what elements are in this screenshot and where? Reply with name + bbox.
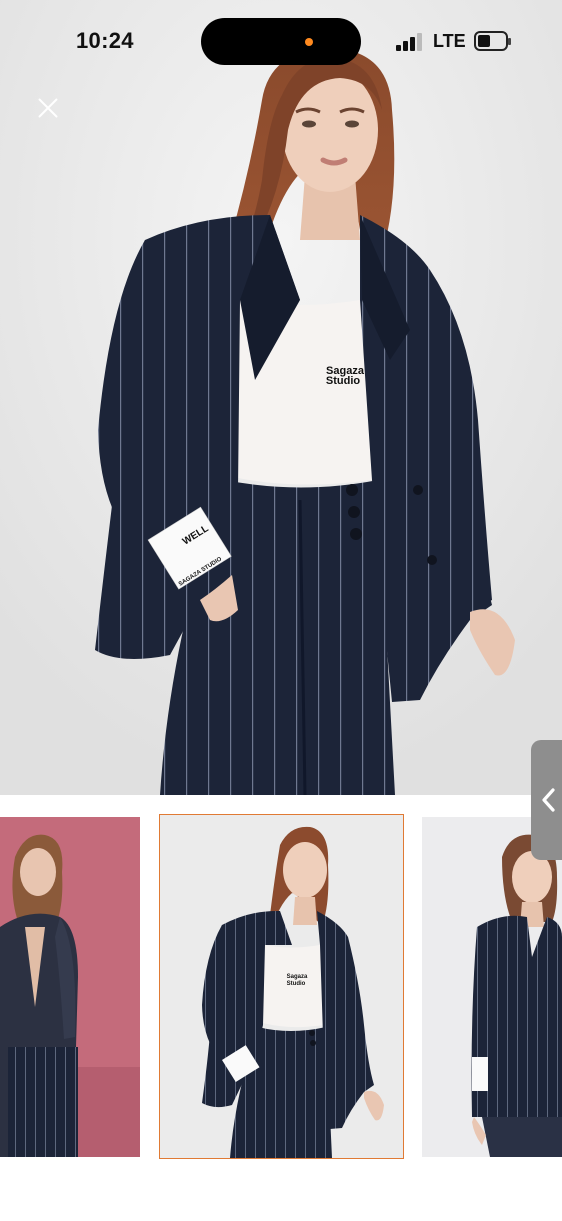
main-product-image[interactable]: WELL SAGAZA STUDIO Sagaza Studio bbox=[0, 0, 562, 795]
thumbnail-3-image bbox=[422, 817, 562, 1157]
chevron-left-icon bbox=[542, 788, 555, 812]
thumbnail-2-image: Sagaza Studio bbox=[160, 815, 403, 1158]
shirt-print-line2: Studio bbox=[326, 375, 360, 387]
side-panel-handle[interactable] bbox=[531, 740, 562, 860]
thumbnail-1-image bbox=[0, 817, 140, 1157]
close-button[interactable] bbox=[30, 90, 66, 126]
model-illustration: WELL SAGAZA STUDIO Sagaza Studio bbox=[0, 0, 562, 795]
dynamic-island bbox=[201, 18, 361, 65]
thumbnail-2-print-line2: Studio bbox=[287, 981, 306, 987]
battery-icon bbox=[474, 31, 511, 51]
status-bar: 10:24 LTE bbox=[0, 0, 562, 84]
thumbnail-3[interactable] bbox=[422, 817, 562, 1157]
thumbnail-2-selected[interactable]: Sagaza Studio bbox=[159, 814, 404, 1159]
network-type: LTE bbox=[433, 31, 466, 51]
status-time: 10:24 bbox=[76, 28, 134, 53]
privacy-indicator-dot bbox=[305, 38, 313, 46]
thumbnail-2-print-line1: Sagaza bbox=[287, 974, 308, 980]
cellular-signal-icon bbox=[396, 33, 424, 51]
thumbnail-strip: Sagaza Studio bbox=[0, 795, 562, 1221]
thumbnail-1[interactable] bbox=[0, 817, 140, 1157]
